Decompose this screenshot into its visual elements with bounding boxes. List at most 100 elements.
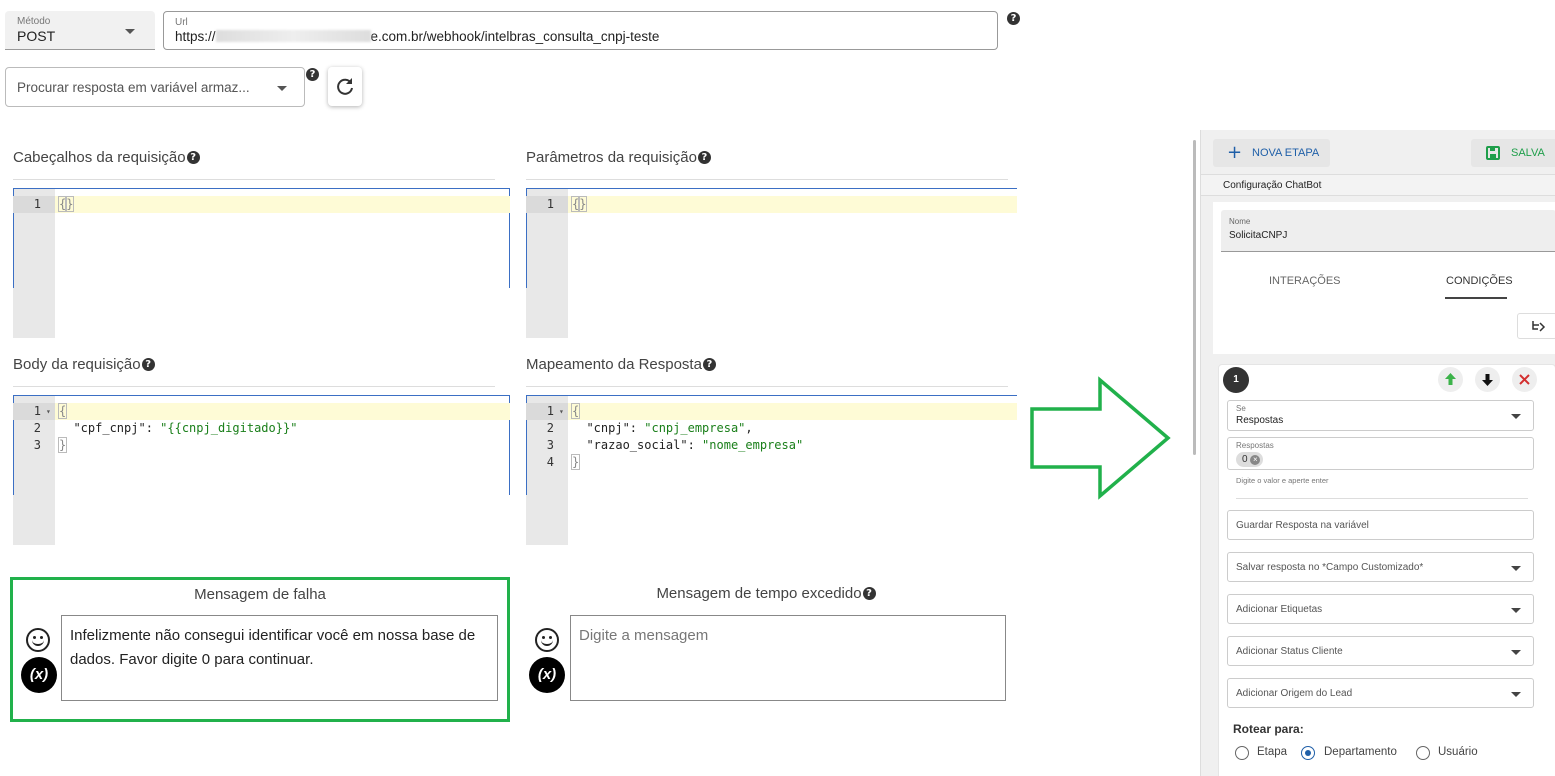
answer-chip[interactable]: 0 × bbox=[1236, 452, 1264, 467]
tags-select[interactable]: Adicionar Etiquetas bbox=[1227, 594, 1534, 624]
editor-code: 1{} bbox=[13, 196, 510, 213]
chevron-down-icon bbox=[1511, 692, 1521, 697]
mapping-editor[interactable]: 1 ▾{2 "cnpj": "cnpj_empresa", 3 "razao_soc… bbox=[526, 395, 1017, 545]
new-step-button[interactable]: + NOVA ETAPA bbox=[1213, 139, 1330, 167]
flow-button[interactable] bbox=[1517, 313, 1555, 339]
params-editor[interactable]: 1{} bbox=[526, 188, 1017, 338]
url-help-icon[interactable]: ? bbox=[1007, 12, 1020, 25]
chatbot-panel: + NOVA ETAPA SALVA Configuração ChatBot … bbox=[1200, 130, 1555, 776]
failure-message-textarea[interactable]: Infelizmente não consegui identificar vo… bbox=[61, 615, 498, 701]
headers-editor[interactable]: 1{} bbox=[13, 188, 510, 338]
body-title-text: Body da requisição bbox=[13, 356, 141, 373]
status-placeholder: Adicionar Status Cliente bbox=[1236, 646, 1343, 657]
timeout-message-title: Mensagem de tempo excedido? bbox=[526, 585, 1006, 602]
route-option-usuario[interactable]: Usuário bbox=[1416, 746, 1496, 762]
refresh-button[interactable] bbox=[328, 67, 362, 106]
route-option-label: Etapa bbox=[1257, 746, 1288, 758]
code-text: } bbox=[570, 454, 581, 471]
body-title: Body da requisição? bbox=[13, 356, 155, 373]
move-down-button[interactable] bbox=[1475, 367, 1500, 392]
code-bracket: } bbox=[578, 196, 588, 212]
url-prefix: https:// bbox=[175, 29, 216, 44]
lead-origin-select[interactable]: Adicionar Origem do Lead bbox=[1227, 678, 1534, 708]
fold-icon[interactable]: ▾ bbox=[559, 403, 564, 420]
divider bbox=[526, 179, 1008, 180]
delete-condition-button[interactable] bbox=[1512, 367, 1537, 392]
code-text: "razao_social": "nome_empresa" bbox=[572, 437, 803, 454]
url-value: https:// e.com.br/webhook/intelbras_consu… bbox=[175, 29, 659, 44]
tab-conditions[interactable]: CONDIÇÕES bbox=[1446, 275, 1513, 287]
emoji-picker-icon[interactable] bbox=[26, 628, 50, 652]
flow-icon bbox=[1532, 321, 1546, 332]
remove-chip-icon[interactable]: × bbox=[1250, 455, 1261, 465]
custom-field-select[interactable]: Salvar resposta no *Campo Customizado* bbox=[1227, 552, 1534, 582]
refresh-icon bbox=[337, 78, 353, 95]
code-text: { bbox=[570, 403, 581, 420]
close-icon bbox=[1519, 374, 1530, 385]
body-help-icon[interactable]: ? bbox=[141, 358, 155, 371]
url-field[interactable]: Url https:// e.com.br/webhook/intelbras_c… bbox=[163, 11, 998, 50]
line-number: 4 bbox=[546, 455, 554, 469]
if-select[interactable]: Se Respostas bbox=[1227, 400, 1534, 431]
line-number: 1 bbox=[526, 196, 568, 213]
mapping-help-icon[interactable]: ? bbox=[702, 358, 716, 371]
route-option-etapa[interactable]: Etapa bbox=[1235, 746, 1305, 762]
answers-field[interactable]: Respostas 0 × bbox=[1227, 437, 1534, 470]
lead-origin-placeholder: Adicionar Origem do Lead bbox=[1236, 688, 1353, 699]
save-button[interactable]: SALVA bbox=[1471, 139, 1555, 167]
if-value: Respostas bbox=[1236, 415, 1284, 426]
code-string: "nome_empresa" bbox=[702, 438, 804, 452]
params-title: Parâmetros da requisição? bbox=[526, 149, 711, 166]
failure-message-title: Mensagem de falha bbox=[194, 586, 326, 603]
body-editor[interactable]: 1 ▾{2 "cpf_cnpj": "{{cnpj_digitado}}" 3} bbox=[13, 395, 510, 545]
chevron-down-icon bbox=[1511, 566, 1521, 571]
headers-help-icon[interactable]: ? bbox=[186, 151, 200, 164]
divider bbox=[1236, 498, 1528, 499]
tab-active-indicator bbox=[1445, 297, 1507, 299]
code-line: 2 "cpf_cnpj": "{{cnpj_digitado}}" bbox=[13, 420, 510, 437]
code-line: 2 "cnpj": "cnpj_empresa", bbox=[526, 420, 1017, 437]
timeout-message-title-text: Mensagem de tempo excedido bbox=[656, 585, 862, 602]
method-select[interactable]: Método POST bbox=[5, 11, 155, 50]
radio-departamento[interactable] bbox=[1301, 746, 1315, 760]
line-number: 3 bbox=[33, 438, 41, 452]
move-up-button[interactable] bbox=[1438, 367, 1463, 392]
save-variable-field[interactable]: Guardar Resposta na variável bbox=[1227, 510, 1534, 540]
insert-variable-button[interactable]: (x) bbox=[529, 657, 565, 693]
timeout-help-icon[interactable]: ? bbox=[862, 587, 876, 600]
right-arrow-annotation bbox=[1030, 376, 1171, 500]
response-variable-select[interactable]: Procurar resposta em variável armaz... bbox=[5, 67, 305, 107]
code-text: "cnpj": "cnpj_empresa", bbox=[572, 420, 752, 437]
chevron-down-icon bbox=[1511, 608, 1521, 613]
code-text: "cpf_cnpj": "{{cnpj_digitado}}" bbox=[59, 420, 297, 437]
code-string: "cnpj_empresa" bbox=[644, 421, 746, 435]
emoji-picker-icon[interactable] bbox=[535, 628, 559, 652]
arrow-down-icon bbox=[1482, 374, 1493, 386]
answers-hint: Digite o valor e aperte enter bbox=[1236, 476, 1329, 485]
arrow-up-icon bbox=[1445, 373, 1456, 385]
tab-interactions[interactable]: INTERAÇÕES bbox=[1269, 275, 1341, 287]
timeout-message-textarea[interactable]: Digite a mensagem bbox=[570, 615, 1006, 701]
status-select[interactable]: Adicionar Status Cliente bbox=[1227, 636, 1534, 666]
line-number: 1 bbox=[13, 196, 55, 213]
fold-icon[interactable]: ▾ bbox=[46, 403, 51, 420]
save-variable-placeholder: Guardar Resposta na variável bbox=[1236, 520, 1369, 531]
url-label: Url bbox=[175, 17, 188, 28]
mapping-title-text: Mapeamento da Resposta bbox=[526, 356, 702, 373]
divider bbox=[13, 386, 495, 387]
answers-label: Respostas bbox=[1236, 441, 1274, 450]
params-help-icon[interactable]: ? bbox=[697, 151, 711, 164]
route-option-departamento[interactable]: Departamento bbox=[1301, 746, 1411, 762]
insert-variable-button[interactable]: (x) bbox=[21, 657, 57, 693]
line-number: 2 bbox=[546, 421, 554, 435]
answer-chip-label: 0 bbox=[1242, 454, 1248, 465]
radio-usuario[interactable] bbox=[1416, 746, 1430, 760]
radio-etapa[interactable] bbox=[1235, 746, 1249, 760]
response-variable-help-icon[interactable]: ? bbox=[306, 68, 319, 81]
panel-scrollbar[interactable] bbox=[1193, 140, 1196, 455]
code-bracket: } bbox=[57, 437, 68, 453]
name-field[interactable]: Nome SolicitaCNPJ bbox=[1221, 210, 1555, 252]
divider bbox=[526, 386, 1008, 387]
code-text: } bbox=[57, 437, 68, 454]
line-number: 3 bbox=[546, 438, 554, 452]
